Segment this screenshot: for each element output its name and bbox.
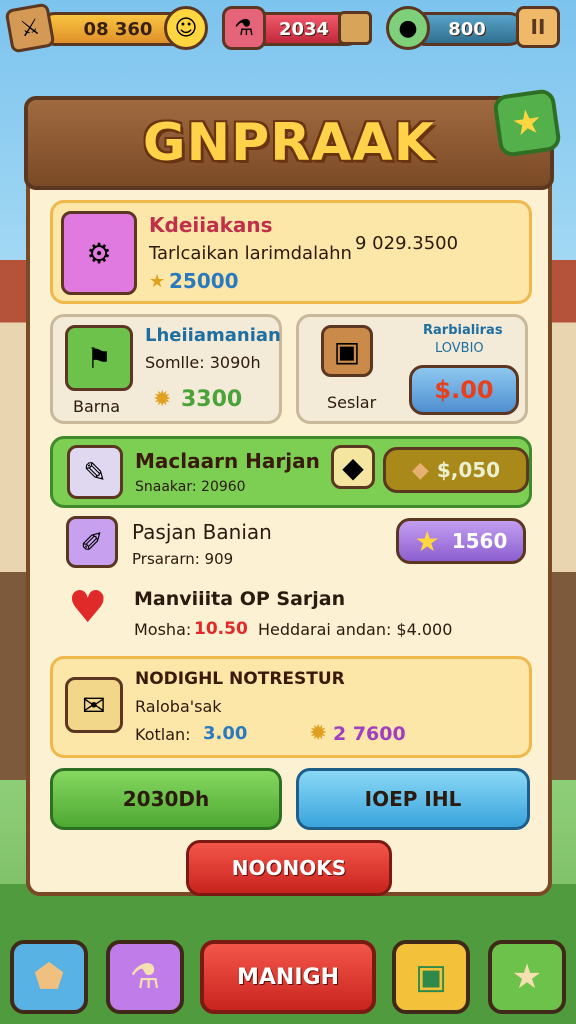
offer-1-subtitle: Tarlcaikan larimdalahn <box>149 243 352 264</box>
gear-icon: ⚙ <box>61 211 137 295</box>
green-action-button[interactable]: 2030Dh <box>50 768 282 830</box>
red-action-button[interactable]: NOONOKS <box>186 840 392 896</box>
blue-action-button[interactable]: IOEP IHL <box>296 768 530 830</box>
potion-nav-button[interactable]: ⚗ <box>106 940 184 1014</box>
offer-3-buy-button[interactable]: $.00 <box>409 365 519 415</box>
sparkle-icon: ✹ <box>309 721 328 746</box>
offer-4-title: Maclaarn Harjan <box>135 449 320 473</box>
wood-icon: ◆ <box>411 457 429 483</box>
row-6-stat2: Heddarai andan: $4.000 <box>258 620 453 639</box>
offer-card-1[interactable]: ⚙ Kdeiiakans Tarlcaikan larimdalahn 9 02… <box>50 200 532 304</box>
offer-2-reward: 3300 <box>181 387 243 412</box>
offer-7-title: NODIGHL NOTRESTUR <box>135 669 345 689</box>
row-5-price: 1560 <box>451 529 508 553</box>
star-coin-icon: ★ <box>149 271 166 292</box>
coin-icon: ☺ <box>164 6 208 50</box>
bundle-icon: ⚑ <box>65 325 133 391</box>
chest-icon <box>338 11 372 45</box>
item-row-5[interactable]: ✐ Pasjan Banian Prsararn: 909 ★ 1560 <box>50 512 532 572</box>
offer-2-tag: Barna <box>73 397 121 416</box>
treasure-map-icon: ✉ <box>65 677 123 733</box>
phone-nav-button[interactable]: ▣ <box>392 940 470 1014</box>
offer-4-price: $,050 <box>436 458 501 482</box>
row-5-buy-button[interactable]: ★ 1560 <box>396 518 526 564</box>
star-coin-icon: ✹ <box>153 387 172 412</box>
offer-4-subtitle: Snaakar: 20960 <box>135 479 246 495</box>
heart-icon: ♥ <box>68 582 108 633</box>
offer-7-reward: 2 7600 <box>333 723 406 745</box>
brush-icon: ✎ <box>67 445 123 499</box>
offer-card-7[interactable]: ✉ NODIGHL NOTRESTUR Raloba'sak Kotlan: 3… <box>50 656 532 758</box>
star-icon: ★ <box>414 524 440 558</box>
row-6-stat1-value: 10.50 <box>194 619 248 639</box>
gem-box-icon: ◆ <box>331 445 375 489</box>
star-nav-button[interactable]: ★ <box>488 940 566 1014</box>
offer-7-label: Kotlan: <box>135 725 191 744</box>
offer-card-3[interactable]: ▣ Rarbialiras LOVBIO Seslar $.00 <box>296 314 528 424</box>
offer-1-title: Kdeiiakans <box>149 213 273 237</box>
offer-1-price: 9 029.3500 <box>355 233 459 254</box>
panel-header: GNPRAAK ★ <box>24 87 563 190</box>
panel-title: GNPRAAK <box>142 113 436 173</box>
row-6-title: Manviiita OP Sarjan <box>134 588 346 610</box>
offer-3-tag: Seslar <box>327 393 377 412</box>
offer-3-title: Rarbialiras <box>423 323 503 338</box>
row-5-title: Pasjan Banian <box>132 520 272 544</box>
main-nav-button[interactable]: MANIGH <box>200 940 376 1014</box>
pause-button[interactable]: II <box>516 6 560 48</box>
offer-4-buy-button[interactable]: ◆ $,050 <box>383 447 529 493</box>
bottle-icon: ⚗ <box>129 957 161 997</box>
offer-card-4[interactable]: ✎ Maclaarn Harjan Snaakar: 20960 ◆ ◆ $,0… <box>50 436 532 508</box>
star-icon: ★ <box>511 957 543 997</box>
offer-7-value: 3.00 <box>203 723 248 744</box>
row-5-subtitle: Prsararn: 909 <box>132 550 234 568</box>
resource-bar: 08 360 ⚔ ☺ 2034 ⚗ 800 ● II <box>4 2 568 54</box>
potion-icon[interactable]: ⚗ <box>222 6 266 50</box>
offer-7-subtitle: Raloba'sak <box>135 697 222 716</box>
offer-2-subtitle: Somlle: 3090h <box>145 353 261 372</box>
main-nav-label: MANIGH <box>237 964 339 990</box>
paint-tube-icon: ✐ <box>66 516 118 568</box>
star-badge-icon[interactable]: ★ <box>491 87 563 159</box>
offer-2-title: Lheiiamanian <box>145 325 281 346</box>
device-icon: ▣ <box>414 957 448 997</box>
row-6-stat1-label: Mosha: <box>134 620 192 639</box>
globe-icon[interactable]: ● <box>386 6 430 50</box>
item-row-6[interactable]: ♥ Manviiita OP Sarjan Mosha: 10.50 Hedda… <box>50 582 532 644</box>
map-nav-button[interactable]: ⬟ <box>10 940 88 1014</box>
offer-3-subtitle: LOVBIO <box>435 341 484 356</box>
tag-icon: ⬟ <box>34 957 64 997</box>
sword-icon[interactable]: ⚔ <box>4 2 56 54</box>
offer-card-2[interactable]: ⚑ Lheiiamanian Somlle: 3090h Barna ✹ 330… <box>50 314 282 424</box>
shop-panel: GNPRAAK ★ ⚙ Kdeiiakans Tarlcaikan larimd… <box>24 87 563 896</box>
offer-1-reward: 25000 <box>169 269 239 293</box>
crate-icon: ▣ <box>321 325 373 377</box>
